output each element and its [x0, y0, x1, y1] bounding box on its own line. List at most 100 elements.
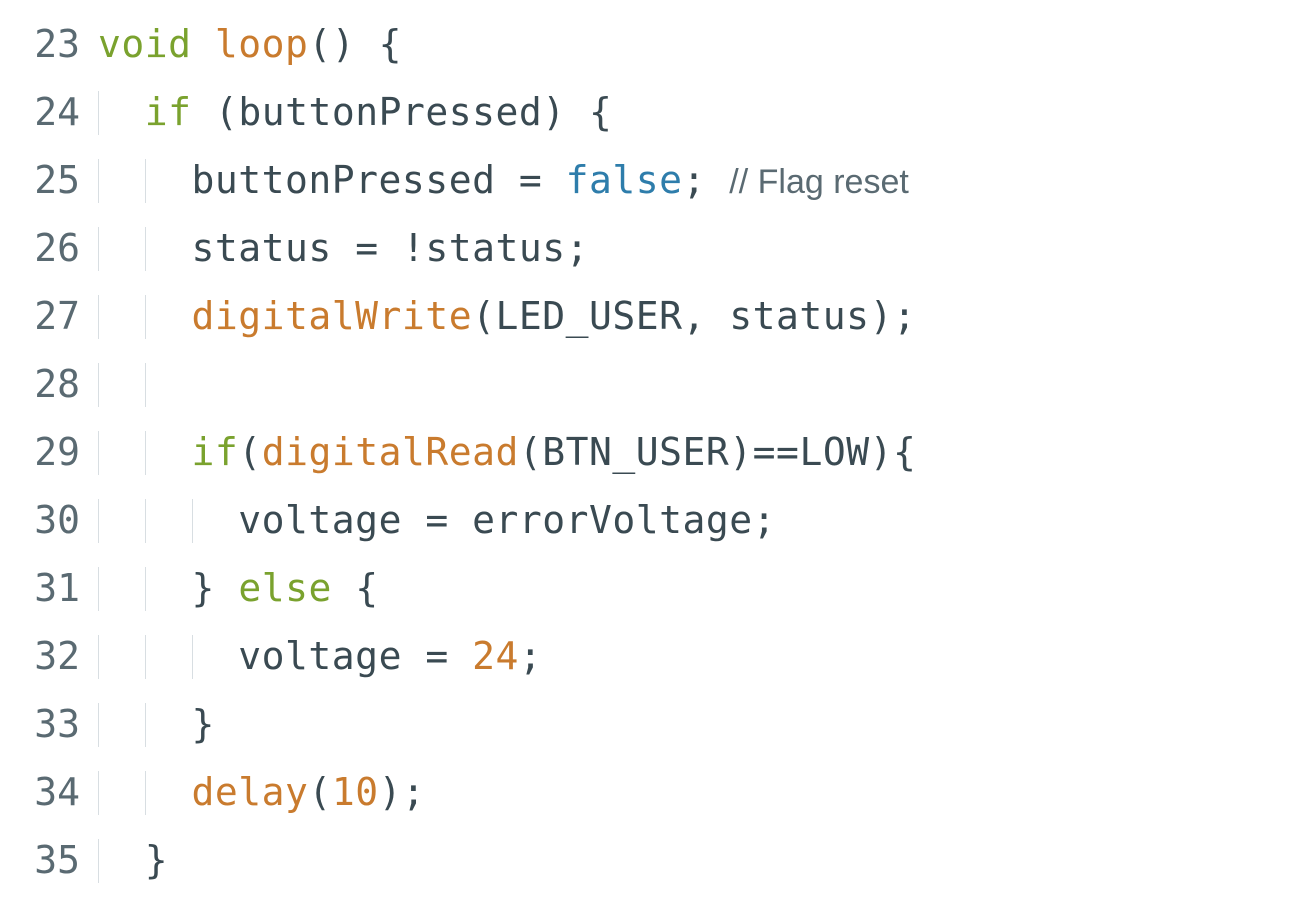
token-space	[332, 226, 355, 270]
indent-guide	[98, 159, 99, 203]
code-line: 31 } else {	[0, 554, 1304, 622]
token-punct: {	[893, 430, 916, 474]
token-space	[402, 498, 425, 542]
token-punct: (	[308, 770, 331, 814]
token-punct: ;	[519, 634, 542, 678]
token-punct: ;	[683, 158, 706, 202]
token-space	[706, 158, 729, 202]
code-line: 28	[0, 350, 1304, 418]
token-ident: status	[192, 226, 332, 270]
indent-guide	[145, 771, 146, 815]
indent-guide	[98, 91, 99, 135]
line-number: 34	[0, 758, 98, 826]
token-punct: ,	[683, 294, 706, 338]
indent-guide	[145, 159, 146, 203]
indent-guide	[192, 635, 193, 679]
code-content: void loop() {	[98, 10, 1304, 78]
token-space	[566, 90, 589, 134]
token-op: =	[355, 226, 378, 270]
token-const: BTN_USER	[542, 430, 729, 474]
code-content: delay(10);	[98, 758, 1304, 826]
indent-guide	[98, 363, 99, 407]
line-number: 27	[0, 282, 98, 350]
token-punct: )	[379, 770, 402, 814]
indent-guide	[98, 431, 99, 475]
token-ident: buttonPressed	[192, 158, 496, 202]
indent-guide	[192, 499, 193, 543]
code-content: } else {	[98, 554, 1304, 622]
token-punct: )	[870, 294, 893, 338]
code-line: 34 delay(10);	[0, 758, 1304, 826]
token-ident: status	[729, 294, 869, 338]
code-line: 26 status = !status;	[0, 214, 1304, 282]
token-space	[542, 158, 565, 202]
token-number: 24	[472, 634, 519, 678]
token-punct: ;	[753, 498, 776, 542]
line-number: 26	[0, 214, 98, 282]
token-space	[449, 634, 472, 678]
token-punct: (	[519, 430, 542, 474]
code-line: 29 if(digitalRead(BTN_USER)==LOW){	[0, 418, 1304, 486]
token-punct: )	[729, 430, 752, 474]
token-punct: ;	[566, 226, 589, 270]
indent-guide	[98, 499, 99, 543]
code-content: digitalWrite(LED_USER, status);	[98, 282, 1304, 350]
token-ident: voltage	[238, 634, 402, 678]
indent-space	[98, 770, 145, 814]
line-number: 31	[0, 554, 98, 622]
indent-space	[98, 294, 145, 338]
token-number: 10	[332, 770, 379, 814]
token-punct: }	[145, 838, 168, 882]
code-line: 27 digitalWrite(LED_USER, status);	[0, 282, 1304, 350]
indent-guide	[145, 227, 146, 271]
token-punct: {	[589, 90, 612, 134]
token-keyword: void	[98, 22, 192, 66]
indent-space	[98, 634, 145, 678]
code-line: 35 }	[0, 826, 1304, 894]
line-number: 32	[0, 622, 98, 690]
token-const: LED_USER	[495, 294, 682, 338]
indent-space	[145, 294, 192, 338]
token-punct: )	[542, 90, 565, 134]
indent-guide	[98, 635, 99, 679]
token-literal-kw: false	[566, 158, 683, 202]
line-number: 24	[0, 78, 98, 146]
token-punct: }	[192, 566, 215, 610]
indent-guide	[98, 703, 99, 747]
token-space	[192, 22, 215, 66]
code-content: if(digitalRead(BTN_USER)==LOW){	[98, 418, 1304, 486]
token-comment: // Flag reset	[729, 163, 909, 201]
code-content: status = !status;	[98, 214, 1304, 282]
token-space	[449, 498, 472, 542]
indent-space	[98, 702, 145, 746]
indent-space	[145, 362, 192, 406]
indent-space	[98, 498, 145, 542]
code-content: }	[98, 690, 1304, 758]
token-ident: errorVoltage	[472, 498, 753, 542]
code-content: if (buttonPressed) {	[98, 78, 1304, 146]
indent-space	[192, 634, 239, 678]
indent-space	[98, 566, 145, 610]
indent-space	[145, 634, 192, 678]
token-punct: ;	[893, 294, 916, 338]
code-content: }	[98, 826, 1304, 894]
indent-guide	[98, 227, 99, 271]
token-punct: (	[238, 430, 261, 474]
code-line: 30 voltage = errorVoltage;	[0, 486, 1304, 554]
line-number: 25	[0, 146, 98, 214]
token-func-def: loop	[215, 22, 309, 66]
token-space	[379, 226, 402, 270]
indent-space	[145, 498, 192, 542]
indent-guide	[98, 839, 99, 883]
token-op: !	[402, 226, 425, 270]
indent-space	[98, 90, 145, 134]
code-editor: 23void loop() {24 if (buttonPressed) {25…	[0, 0, 1304, 894]
indent-space	[145, 702, 192, 746]
token-space	[215, 566, 238, 610]
code-content: buttonPressed = false; // Flag reset	[98, 146, 1304, 216]
code-line: 33 }	[0, 690, 1304, 758]
indent-space	[98, 838, 145, 882]
indent-space	[145, 770, 192, 814]
indent-guide	[145, 431, 146, 475]
token-space	[402, 634, 425, 678]
